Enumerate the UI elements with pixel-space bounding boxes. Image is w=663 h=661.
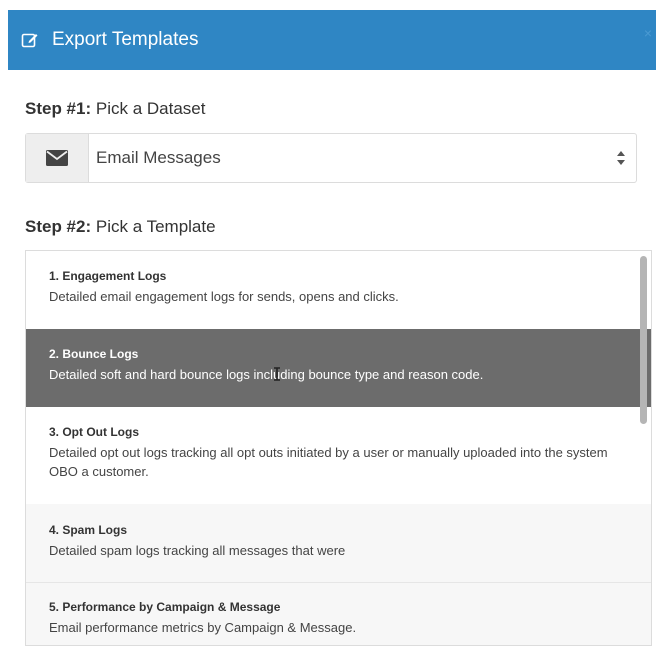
- dialog-header: Export Templates ×: [8, 10, 656, 70]
- step2-heading: Step #2: Pick a Template: [25, 216, 216, 238]
- text-cursor-icon: [274, 367, 280, 381]
- template-list[interactable]: 1. Engagement Logs Detailed email engage…: [25, 250, 652, 646]
- template-title: 3. Opt Out Logs: [49, 425, 139, 439]
- template-item-bounce-logs[interactable]: 2. Bounce Logs Detailed soft and hard bo…: [26, 329, 651, 407]
- template-title: 5. Performance by Campaign & Message: [49, 600, 281, 614]
- list-scrollbar[interactable]: [640, 256, 647, 424]
- step1-heading: Step #1: Pick a Dataset: [25, 98, 205, 120]
- template-desc: Detailed opt out logs tracking all opt o…: [49, 445, 608, 479]
- template-title: 2. Bounce Logs: [49, 347, 139, 361]
- template-item-spam-logs[interactable]: 4. Spam Logs Detailed spam logs tracking…: [26, 504, 651, 582]
- step1-label: Step #1:: [25, 99, 92, 118]
- envelope-icon: [46, 150, 68, 166]
- template-item-performance[interactable]: 5. Performance by Campaign & Message Ema…: [26, 582, 651, 645]
- template-title: 4. Spam Logs: [49, 523, 128, 537]
- dataset-select-value: Email Messages: [96, 148, 221, 167]
- dataset-select[interactable]: Email Messages: [25, 133, 637, 183]
- template-desc: Email performance metrics by Campaign & …: [49, 620, 357, 635]
- edit-icon: [21, 33, 38, 48]
- template-item-engagement-logs[interactable]: 1. Engagement Logs Detailed email engage…: [26, 251, 651, 329]
- template-desc: Detailed soft and hard bounce logs inclu…: [49, 367, 484, 382]
- dialog-title: Export Templates: [52, 29, 199, 50]
- step2-label: Step #2:: [25, 217, 92, 236]
- template-desc: Detailed email engagement logs for sends…: [49, 289, 399, 304]
- template-item-opt-out-logs[interactable]: 3. Opt Out Logs Detailed opt out logs tr…: [26, 407, 651, 504]
- step1-text: Pick a Dataset: [95, 99, 206, 118]
- template-title: 1. Engagement Logs: [49, 269, 167, 283]
- close-icon[interactable]: ×: [644, 26, 652, 40]
- select-arrows-icon: [617, 151, 625, 165]
- select-addon: [26, 134, 89, 182]
- template-desc: Detailed spam logs tracking all messages…: [49, 543, 346, 558]
- step2-text: Pick a Template: [95, 217, 216, 236]
